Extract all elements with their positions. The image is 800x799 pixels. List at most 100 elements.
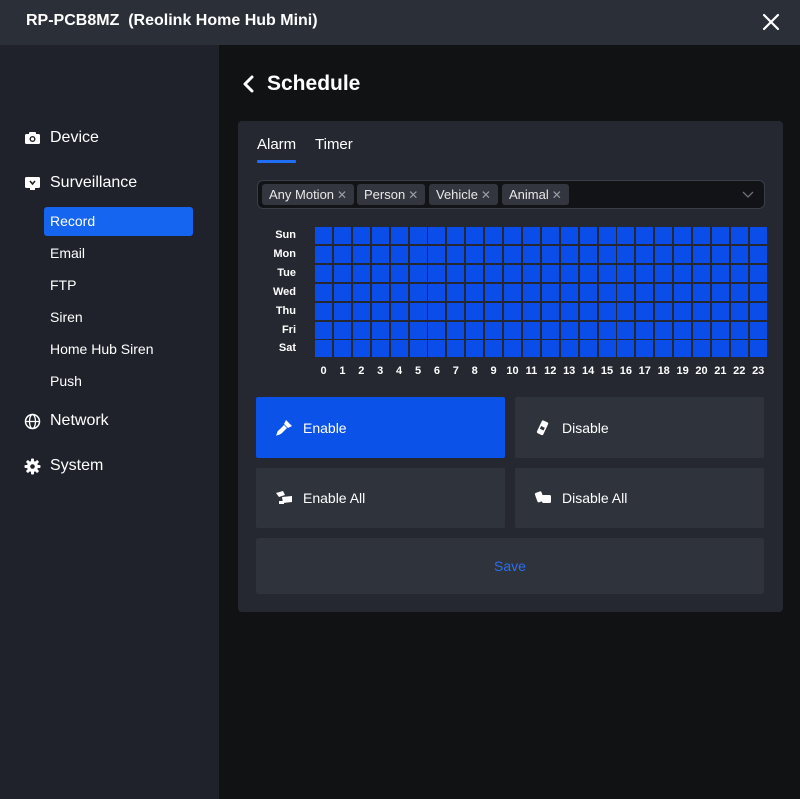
schedule-cell[interactable] [485, 245, 503, 263]
schedule-cell[interactable] [333, 227, 351, 244]
schedule-cell[interactable] [428, 227, 446, 244]
disable-button[interactable]: Disable [515, 397, 764, 458]
schedule-cell[interactable] [409, 340, 427, 358]
schedule-cell[interactable] [466, 321, 484, 339]
tab-timer[interactable]: Timer [315, 136, 353, 160]
schedule-cell[interactable] [352, 302, 370, 320]
schedule-cell[interactable] [315, 227, 332, 244]
schedule-cell[interactable] [655, 227, 673, 244]
schedule-cell[interactable] [428, 340, 446, 358]
schedule-cell[interactable] [579, 264, 597, 282]
schedule-cell[interactable] [730, 321, 748, 339]
schedule-cell[interactable] [655, 321, 673, 339]
schedule-cell[interactable] [541, 302, 559, 320]
schedule-cell[interactable] [315, 245, 332, 263]
schedule-cell[interactable] [522, 283, 540, 301]
schedule-cell[interactable] [390, 264, 408, 282]
schedule-cell[interactable] [409, 227, 427, 244]
back-button[interactable]: Schedule [241, 71, 360, 97]
schedule-cell[interactable] [655, 283, 673, 301]
schedule-cell[interactable] [428, 283, 446, 301]
schedule-cell[interactable] [749, 340, 767, 358]
remove-tag-icon[interactable]: ✕ [337, 188, 347, 202]
schedule-cell[interactable] [390, 340, 408, 358]
schedule-cell[interactable] [617, 302, 635, 320]
save-button[interactable]: Save [256, 538, 764, 594]
schedule-cell[interactable] [409, 283, 427, 301]
schedule-cell[interactable] [352, 340, 370, 358]
schedule-cell[interactable] [504, 283, 521, 301]
schedule-cell[interactable] [522, 321, 540, 339]
schedule-cell[interactable] [636, 283, 654, 301]
schedule-cell[interactable] [560, 245, 578, 263]
schedule-cell[interactable] [485, 340, 503, 358]
schedule-cell[interactable] [749, 321, 767, 339]
schedule-cell[interactable] [711, 227, 729, 244]
schedule-cell[interactable] [447, 227, 465, 244]
schedule-cell[interactable] [636, 245, 654, 263]
sidebar-item-email[interactable]: Email [44, 239, 193, 268]
schedule-cell[interactable] [674, 321, 692, 339]
schedule-cell[interactable] [333, 321, 351, 339]
schedule-cell[interactable] [617, 340, 635, 358]
schedule-cell[interactable] [541, 283, 559, 301]
schedule-cell[interactable] [693, 283, 710, 301]
schedule-cell[interactable] [466, 283, 484, 301]
schedule-cell[interactable] [315, 321, 332, 339]
schedule-cell[interactable] [390, 283, 408, 301]
remove-tag-icon[interactable]: ✕ [552, 188, 562, 202]
schedule-cell[interactable] [447, 321, 465, 339]
schedule-cell[interactable] [636, 227, 654, 244]
schedule-cell[interactable] [352, 283, 370, 301]
schedule-cell[interactable] [447, 340, 465, 358]
close-icon[interactable] [758, 9, 784, 35]
schedule-cell[interactable] [711, 264, 729, 282]
schedule-cell[interactable] [504, 321, 521, 339]
remove-tag-icon[interactable]: ✕ [481, 188, 491, 202]
schedule-cell[interactable] [711, 245, 729, 263]
schedule-cell[interactable] [617, 283, 635, 301]
schedule-cell[interactable] [560, 321, 578, 339]
schedule-cell[interactable] [711, 283, 729, 301]
remove-tag-icon[interactable]: ✕ [408, 188, 418, 202]
schedule-cell[interactable] [428, 302, 446, 320]
schedule-cell[interactable] [636, 321, 654, 339]
schedule-cell[interactable] [730, 340, 748, 358]
schedule-cell[interactable] [522, 340, 540, 358]
schedule-cell[interactable] [730, 227, 748, 244]
schedule-cell[interactable] [579, 227, 597, 244]
schedule-cell[interactable] [371, 340, 389, 358]
schedule-cell[interactable] [541, 321, 559, 339]
schedule-cell[interactable] [504, 340, 521, 358]
sidebar-item-surveillance[interactable]: Surveillance [24, 172, 137, 194]
schedule-cell[interactable] [466, 340, 484, 358]
schedule-cell[interactable] [428, 245, 446, 263]
schedule-cell[interactable] [485, 283, 503, 301]
schedule-cell[interactable] [711, 321, 729, 339]
schedule-cell[interactable] [541, 264, 559, 282]
schedule-cell[interactable] [504, 245, 521, 263]
schedule-cell[interactable] [693, 302, 710, 320]
schedule-cell[interactable] [749, 283, 767, 301]
schedule-cell[interactable] [598, 245, 616, 263]
schedule-cell[interactable] [371, 264, 389, 282]
schedule-cell[interactable] [579, 283, 597, 301]
schedule-cell[interactable] [447, 283, 465, 301]
schedule-cell[interactable] [711, 302, 729, 320]
schedule-cell[interactable] [674, 227, 692, 244]
schedule-cell[interactable] [333, 302, 351, 320]
schedule-cell[interactable] [693, 264, 710, 282]
schedule-cell[interactable] [674, 340, 692, 358]
schedule-cell[interactable] [598, 321, 616, 339]
schedule-cell[interactable] [390, 321, 408, 339]
schedule-cell[interactable] [617, 227, 635, 244]
sidebar-item-home-hub-siren[interactable]: Home Hub Siren [44, 335, 193, 364]
schedule-cell[interactable] [371, 283, 389, 301]
schedule-cell[interactable] [409, 302, 427, 320]
schedule-cell[interactable] [636, 264, 654, 282]
schedule-cell[interactable] [579, 245, 597, 263]
schedule-cell[interactable] [447, 245, 465, 263]
schedule-cell[interactable] [598, 227, 616, 244]
schedule-cell[interactable] [560, 283, 578, 301]
enable-button[interactable]: Enable [256, 397, 505, 458]
